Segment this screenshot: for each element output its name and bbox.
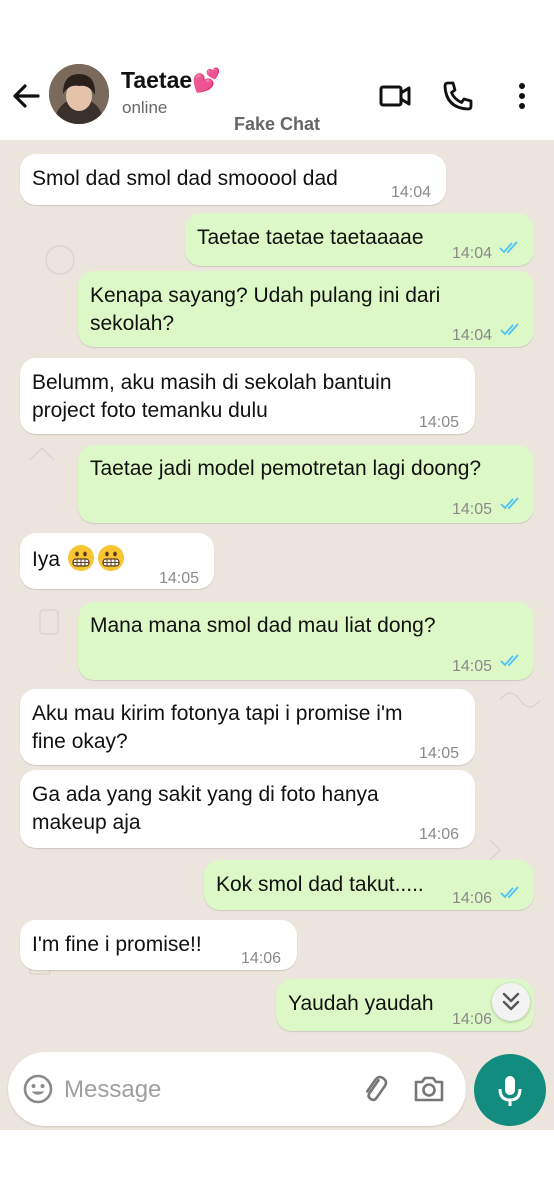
message-incoming[interactable]: Aku mau kirim fotonya tapi i promise i'm… [20, 689, 475, 765]
message-outgoing[interactable]: Taetae taetae taetaaaae 14:04 [185, 213, 534, 266]
message-time: 14:06 [452, 1011, 493, 1028]
system-navigation-bar [0, 1130, 554, 1200]
read-receipt-icon [500, 497, 519, 510]
message-time: 14:06 [241, 950, 282, 967]
emoji-icon[interactable] [22, 1073, 54, 1105]
message-text: Kok smol dad takut..... [216, 873, 424, 896]
message-time: 14:04 [452, 327, 493, 344]
message-text-label: Iya [32, 548, 61, 571]
mic-icon [498, 1076, 522, 1106]
back-arrow-icon[interactable] [8, 78, 44, 114]
message-incoming[interactable]: Ga ada yang sakit yang di foto hanya mak… [20, 770, 475, 848]
message-time: 14:06 [452, 890, 493, 907]
attach-icon[interactable] [358, 1072, 392, 1106]
grimacing-face-emoji-icon [68, 545, 95, 571]
chat-area[interactable]: Smol dad smol dad smooool dad 14:04 Taet… [0, 140, 554, 1046]
message-text: Yaudah yaudah [288, 992, 434, 1015]
message-text-line: project foto temanku dulu [32, 399, 268, 422]
message-outgoing[interactable]: Taetae jadi model pemotretan lagi doong?… [78, 445, 534, 523]
message-outgoing[interactable]: Mana mana smol dad mau liat dong? 14:05 [78, 602, 534, 680]
message-text: I'm fine i promise!! [32, 933, 202, 956]
message-text-line: fine okay? [32, 730, 128, 753]
message-incoming[interactable]: Iya 14:05 [20, 533, 214, 589]
message-text: Taetae jadi model pemotretan lagi doong? [90, 457, 482, 480]
status-bar [0, 0, 554, 58]
message-time: 14:04 [452, 245, 493, 262]
message-text-line: Ga ada yang sakit yang di foto hanya [32, 783, 379, 806]
message-time: 14:04 [391, 184, 432, 201]
message-input[interactable] [62, 1068, 336, 1112]
video-call-icon[interactable] [377, 78, 413, 114]
message-input-bar [8, 1052, 466, 1126]
camera-icon[interactable] [412, 1072, 446, 1106]
message-text-line: sekolah? [90, 312, 175, 335]
message-text-line: Belumm, aku masih di sekolah bantuin [32, 371, 392, 394]
message-incoming[interactable]: Belumm, aku masih di sekolah bantuin pro… [20, 358, 475, 434]
voice-message-button[interactable] [474, 1054, 546, 1126]
message-text: Smol dad smol dad smooool dad [32, 167, 338, 190]
grimacing-face-emoji-icon [98, 545, 125, 571]
watermark-label: Fake Chat [233, 114, 321, 134]
message-time: 14:05 [452, 658, 493, 675]
read-receipt-icon [500, 323, 519, 336]
composer-area [0, 1046, 554, 1130]
message-text-line: Aku mau kirim fotonya tapi i promise i'm [32, 702, 403, 725]
message-time: 14:05 [419, 745, 460, 762]
read-receipt-icon [500, 886, 519, 899]
message-text-line: Kenapa sayang? Udah pulang ini dari [90, 284, 441, 307]
message-outgoing[interactable]: Kok smol dad takut..... 14:06 [204, 860, 534, 910]
message-time: 14:05 [452, 501, 493, 518]
contact-name[interactable]: Taetae💕 [121, 67, 221, 94]
message-text: Taetae taetae taetaaaae [197, 226, 424, 249]
message-text-line: makeup aja [32, 811, 141, 834]
message-time: 14:06 [419, 826, 460, 843]
more-options-icon[interactable] [504, 78, 540, 114]
scroll-to-bottom-button[interactable] [492, 983, 530, 1021]
double-chevron-down-icon [502, 992, 520, 1011]
message-incoming[interactable]: Smol dad smol dad smooool dad 14:04 [20, 154, 446, 205]
message-outgoing[interactable]: Kenapa sayang? Udah pulang ini dari seko… [78, 271, 534, 347]
message-time: 14:05 [419, 414, 460, 431]
message-text: Iya [32, 545, 125, 574]
voice-call-icon[interactable] [440, 78, 476, 114]
message-incoming[interactable]: I'm fine i promise!! 14:06 [20, 920, 297, 970]
message-text: Mana mana smol dad mau liat dong? [90, 614, 436, 637]
message-time: 14:05 [159, 570, 200, 587]
read-receipt-icon [500, 654, 519, 667]
read-receipt-icon [499, 241, 518, 254]
